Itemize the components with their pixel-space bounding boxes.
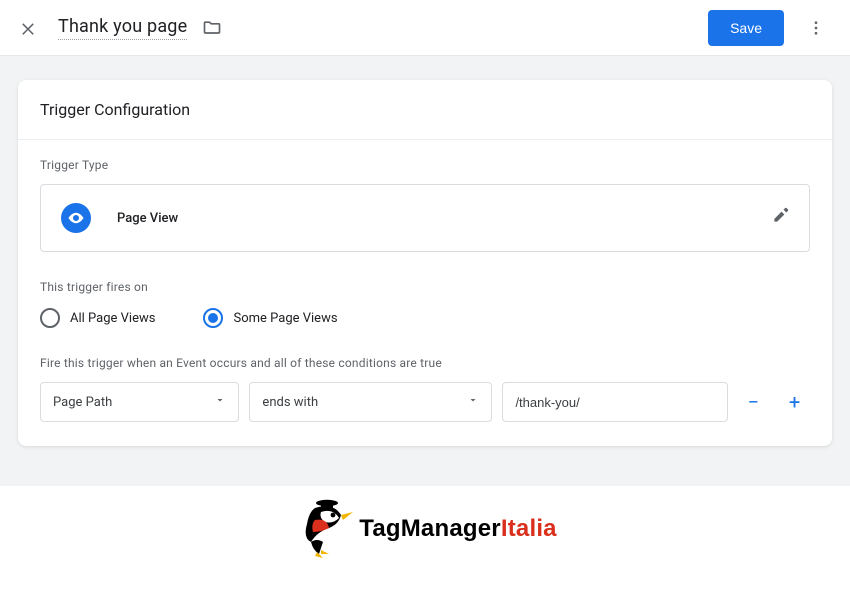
radio-all-page-views[interactable]: All Page Views	[40, 308, 155, 328]
condition-row: Page Path ends with − +	[40, 382, 810, 422]
save-button[interactable]: Save	[708, 10, 784, 46]
woodpecker-icon	[293, 498, 353, 560]
trigger-type-value: Page View	[117, 211, 178, 226]
brand-suffix: Italia	[501, 515, 557, 542]
chevron-down-icon	[457, 394, 479, 410]
page-view-icon	[61, 203, 91, 233]
trigger-name-input[interactable]: Thank you page	[58, 16, 187, 40]
add-condition-button[interactable]: +	[779, 386, 810, 418]
brand-text: TagManagerItalia	[359, 515, 557, 543]
fires-on-label: This trigger fires on	[40, 280, 810, 294]
folder-icon[interactable]	[201, 17, 223, 39]
radio-some-page-views[interactable]: Some Page Views	[203, 308, 337, 328]
radio-checked-icon	[203, 308, 223, 328]
more-menu-icon[interactable]	[798, 10, 834, 46]
chevron-down-icon	[204, 394, 226, 410]
condition-operator-select[interactable]: ends with	[249, 382, 492, 422]
trigger-type-selector[interactable]: Page View	[40, 184, 810, 252]
radio-label: Some Page Views	[233, 311, 337, 326]
select-value: Page Path	[53, 395, 112, 410]
condition-value-input[interactable]	[502, 382, 728, 422]
condition-variable-select[interactable]: Page Path	[40, 382, 239, 422]
edit-icon[interactable]	[771, 207, 789, 229]
select-value: ends with	[262, 395, 318, 410]
card-title: Trigger Configuration	[18, 80, 832, 140]
trigger-type-label: Trigger Type	[40, 158, 810, 172]
remove-condition-button[interactable]: −	[738, 386, 769, 418]
condition-hint: Fire this trigger when an Event occurs a…	[40, 356, 810, 370]
close-icon[interactable]	[16, 16, 40, 40]
fires-on-radio-group: All Page Views Some Page Views	[40, 308, 810, 328]
radio-label: All Page Views	[70, 311, 155, 326]
trigger-name-wrap: Thank you page	[58, 16, 223, 40]
editor-canvas: Trigger Configuration Trigger Type Page …	[0, 56, 850, 486]
brand-logo: TagManagerItalia	[0, 498, 850, 560]
radio-unchecked-icon	[40, 308, 60, 328]
trigger-config-card: Trigger Configuration Trigger Type Page …	[18, 80, 832, 446]
brand-name: TagManager	[359, 515, 501, 542]
editor-topbar: Thank you page Save	[0, 0, 850, 56]
